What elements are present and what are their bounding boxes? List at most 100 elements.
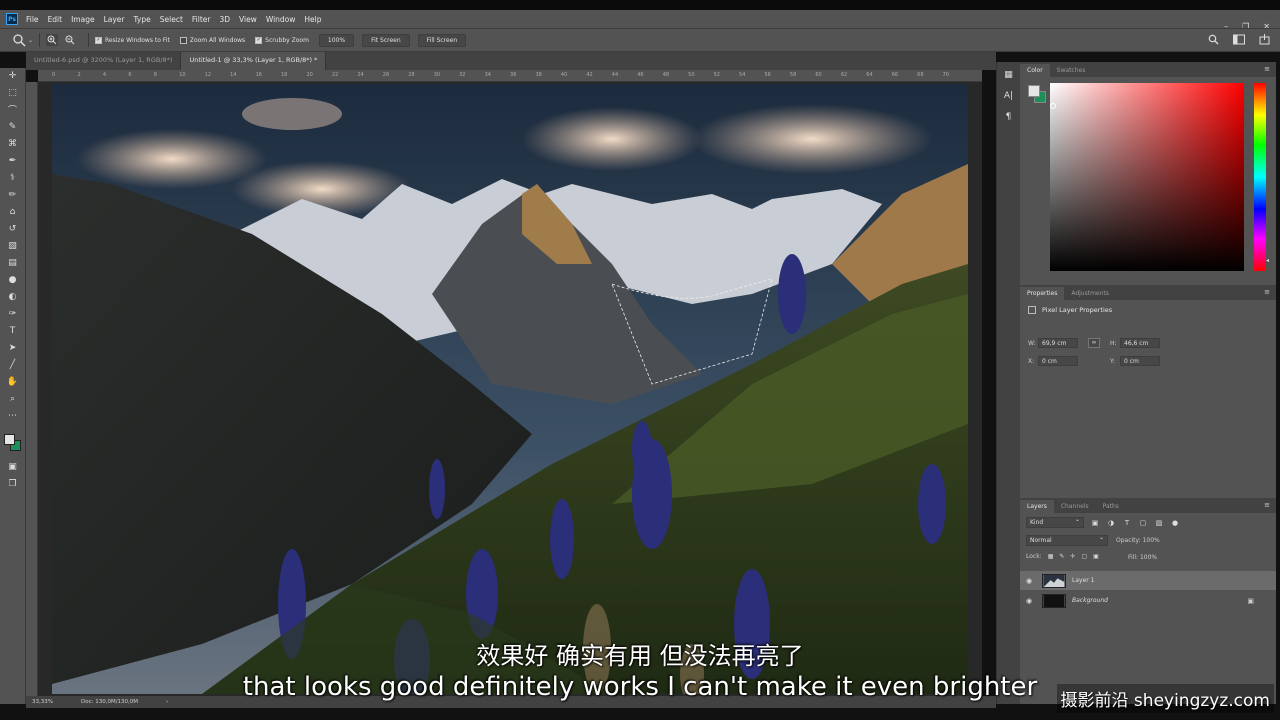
color-swatches[interactable]: [0, 426, 25, 456]
panel-menu-icon[interactable]: ≡: [1264, 288, 1270, 296]
brush-tool-icon[interactable]: ✏: [6, 188, 20, 201]
menu-image[interactable]: Image: [71, 15, 95, 24]
pen-tool-icon[interactable]: ✑: [6, 307, 20, 320]
width-input[interactable]: 69,9 cm: [1038, 338, 1078, 348]
landscape-photo[interactable]: [52, 84, 968, 694]
zoom-all-checkbox[interactable]: Zoom All Windows: [179, 36, 245, 44]
picker-cursor[interactable]: [1050, 103, 1056, 109]
fit-screen-button[interactable]: Fit Screen: [362, 33, 410, 47]
more-tools-icon[interactable]: ⋯: [6, 409, 20, 422]
adjustment-filter-icon[interactable]: ◑: [1106, 518, 1116, 528]
link-icon[interactable]: ∞: [1088, 338, 1100, 348]
resize-windows-checkbox[interactable]: ✓ Resize Windows to Fit: [95, 36, 170, 44]
menu-file[interactable]: File: [26, 15, 39, 24]
lock-artboard-icon[interactable]: ▢: [1081, 553, 1087, 560]
gradient-tool-icon[interactable]: ▤: [6, 256, 20, 269]
tab-layers[interactable]: Layers: [1020, 500, 1054, 513]
filter-toggle-icon[interactable]: ●: [1170, 518, 1180, 528]
menu-filter[interactable]: Filter: [192, 15, 211, 24]
height-input[interactable]: 46,6 cm: [1120, 338, 1160, 348]
lock-all-icon[interactable]: ▣: [1093, 553, 1099, 560]
screen-mode-icon[interactable]: ❐: [6, 477, 20, 490]
tab-properties[interactable]: Properties: [1020, 287, 1065, 300]
hand-tool-icon[interactable]: ✋: [6, 375, 20, 388]
checkbox-icon[interactable]: ✓: [95, 36, 103, 44]
scrubby-zoom-checkbox[interactable]: ✓ Scrubby Zoom: [255, 36, 309, 44]
zoom-tool-icon[interactable]: [12, 33, 26, 47]
lasso-tool-icon[interactable]: ⌒: [6, 103, 20, 116]
shape-filter-icon[interactable]: ▢: [1138, 518, 1148, 528]
crop-tool-icon[interactable]: ⌘: [6, 137, 20, 150]
menu-view[interactable]: View: [239, 15, 257, 24]
marquee-tool-icon[interactable]: ⬚: [6, 86, 20, 99]
opacity-field[interactable]: Opacity: 100%: [1116, 537, 1160, 544]
zoom-tool-icon[interactable]: ⌕: [6, 392, 20, 405]
type-filter-icon[interactable]: T: [1122, 518, 1132, 528]
tab-untitled-1[interactable]: Untitled-1 @ 33,3% (Layer 1, RGB/8*) *: [181, 52, 327, 70]
line-tool-icon[interactable]: ╱: [6, 358, 20, 371]
character-icon[interactable]: A|: [1002, 91, 1016, 104]
zoom-in-icon[interactable]: [46, 34, 59, 46]
quick-select-tool-icon[interactable]: ✎: [6, 120, 20, 133]
blend-mode-select[interactable]: Normal: [1026, 533, 1108, 546]
hue-marker-icon[interactable]: ◂: [1266, 257, 1269, 264]
history-icon[interactable]: ▦: [1002, 70, 1016, 83]
eraser-tool-icon[interactable]: ▧: [6, 239, 20, 252]
layer-row-layer-1[interactable]: ◉ Layer 1: [1020, 571, 1276, 590]
tab-paths[interactable]: Paths: [1096, 500, 1126, 513]
tab-untitled-6[interactable]: Untitled-6.psd @ 3200% (Layer 1, RGB/8*): [26, 52, 182, 70]
tab-color[interactable]: Color: [1020, 64, 1050, 77]
x-input[interactable]: 0 cm: [1038, 356, 1078, 366]
kind-filter-select[interactable]: Kind: [1026, 515, 1084, 528]
eye-icon[interactable]: ◉: [1026, 597, 1036, 605]
color-picker-field[interactable]: [1050, 83, 1244, 271]
blur-tool-icon[interactable]: ●: [6, 273, 20, 286]
quick-mask-icon[interactable]: ▣: [6, 460, 20, 473]
y-input[interactable]: 0 cm: [1120, 356, 1160, 366]
foreground-color[interactable]: [4, 434, 15, 445]
history-brush-icon[interactable]: ↺: [6, 222, 20, 235]
checkbox-icon[interactable]: ✓: [255, 36, 263, 44]
healing-brush-icon[interactable]: ⚕: [6, 171, 20, 184]
menu-help[interactable]: Help: [304, 15, 321, 24]
dodge-tool-icon[interactable]: ◐: [6, 290, 20, 303]
menu-window[interactable]: Window: [266, 15, 296, 24]
lock-pixels-icon[interactable]: ▦: [1048, 553, 1054, 560]
menu-layer[interactable]: Layer: [104, 15, 125, 24]
lock-paint-icon[interactable]: ✎: [1059, 553, 1064, 560]
menu-select[interactable]: Select: [160, 15, 183, 24]
tab-swatches[interactable]: Swatches: [1050, 64, 1093, 77]
menu-type[interactable]: Type: [134, 15, 151, 24]
panel-menu-icon[interactable]: ≡: [1264, 65, 1270, 73]
menu-3d[interactable]: 3D: [219, 15, 230, 24]
share-icon[interactable]: [1259, 34, 1270, 45]
menu-edit[interactable]: Edit: [48, 15, 63, 24]
pixel-filter-icon[interactable]: ▣: [1090, 518, 1100, 528]
chevron-down-icon[interactable]: ⌄: [28, 37, 33, 44]
search-icon[interactable]: [1208, 34, 1219, 45]
layer-name[interactable]: Background: [1072, 597, 1108, 604]
eye-icon[interactable]: ◉: [1026, 577, 1036, 585]
smart-object-filter-icon[interactable]: ▨: [1154, 518, 1164, 528]
clone-stamp-icon[interactable]: ⌂: [6, 205, 20, 218]
tab-channels[interactable]: Channels: [1054, 500, 1096, 513]
hue-slider[interactable]: [1254, 83, 1266, 271]
checkbox-icon[interactable]: [179, 36, 187, 44]
workspace-icon[interactable]: [1233, 34, 1245, 45]
paragraph-icon[interactable]: ¶: [1002, 112, 1016, 125]
zoom-out-icon[interactable]: [64, 34, 76, 46]
lock-position-icon[interactable]: ✛: [1070, 553, 1075, 560]
fill-field[interactable]: Fill: 100%: [1128, 554, 1157, 561]
zoom-100-button[interactable]: 100%: [318, 33, 355, 47]
layer-name[interactable]: Layer 1: [1072, 577, 1094, 584]
layer-row-background[interactable]: ◉ Background ▣: [1020, 591, 1276, 610]
type-tool-icon[interactable]: T: [6, 324, 20, 337]
fill-screen-button[interactable]: Fill Screen: [417, 33, 467, 47]
move-tool-icon[interactable]: ✛: [6, 69, 20, 82]
tab-adjustments[interactable]: Adjustments: [1064, 287, 1116, 300]
panel-menu-icon[interactable]: ≡: [1264, 501, 1270, 509]
path-select-icon[interactable]: ➤: [6, 341, 20, 354]
document-canvas[interactable]: [52, 84, 968, 694]
foreground-color[interactable]: [1028, 85, 1040, 97]
eyedropper-tool-icon[interactable]: ✒: [6, 154, 20, 167]
